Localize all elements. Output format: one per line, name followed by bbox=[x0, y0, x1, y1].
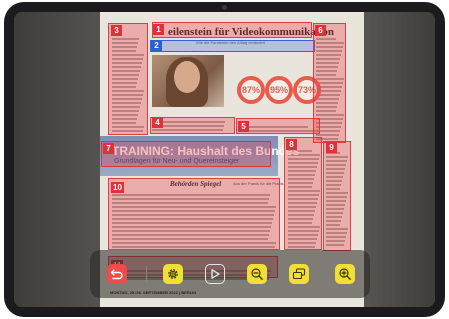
photo-face bbox=[174, 61, 200, 93]
region-badge-7: 7 bbox=[103, 143, 114, 154]
region-badge-1: 1 bbox=[153, 24, 164, 35]
toolbar-separator bbox=[146, 266, 147, 282]
copy-icon bbox=[292, 268, 306, 280]
region-1[interactable] bbox=[152, 22, 312, 38]
stat-donut-2: 95% bbox=[265, 76, 293, 104]
undo-icon bbox=[110, 269, 123, 280]
region-8[interactable] bbox=[284, 137, 322, 250]
region-2[interactable] bbox=[150, 40, 315, 52]
background-left bbox=[14, 12, 100, 307]
region-badge-3: 3 bbox=[111, 25, 122, 36]
region-9[interactable] bbox=[323, 141, 351, 251]
region-badge-5: 5 bbox=[238, 121, 249, 132]
settings-button[interactable] bbox=[163, 264, 183, 284]
article-photo bbox=[152, 55, 224, 107]
play-icon bbox=[211, 269, 220, 279]
region-badge-2: 2 bbox=[151, 40, 162, 51]
play-button[interactable] bbox=[205, 264, 225, 284]
region-badge-8: 8 bbox=[286, 139, 297, 150]
zoom-out-icon bbox=[251, 268, 263, 280]
region-badge-9: 9 bbox=[326, 142, 337, 153]
zoom-out-button[interactable] bbox=[247, 264, 267, 284]
region-10[interactable] bbox=[108, 178, 280, 250]
region-7[interactable] bbox=[101, 141, 271, 167]
front-camera bbox=[222, 5, 227, 10]
undo-button[interactable] bbox=[107, 264, 127, 284]
zoom-in-button[interactable] bbox=[335, 264, 355, 284]
region-badge-10: 10 bbox=[111, 182, 124, 193]
scan-toolbar bbox=[90, 250, 370, 298]
region-6[interactable] bbox=[313, 23, 346, 143]
region-badge-6: 6 bbox=[315, 25, 326, 36]
region-3[interactable] bbox=[108, 23, 148, 135]
zoom-in-icon bbox=[339, 268, 351, 280]
region-badge-4: 4 bbox=[152, 117, 163, 128]
gear-icon bbox=[168, 269, 178, 279]
stat-donut-1: 87% bbox=[237, 76, 265, 104]
copy-button[interactable] bbox=[289, 264, 309, 284]
